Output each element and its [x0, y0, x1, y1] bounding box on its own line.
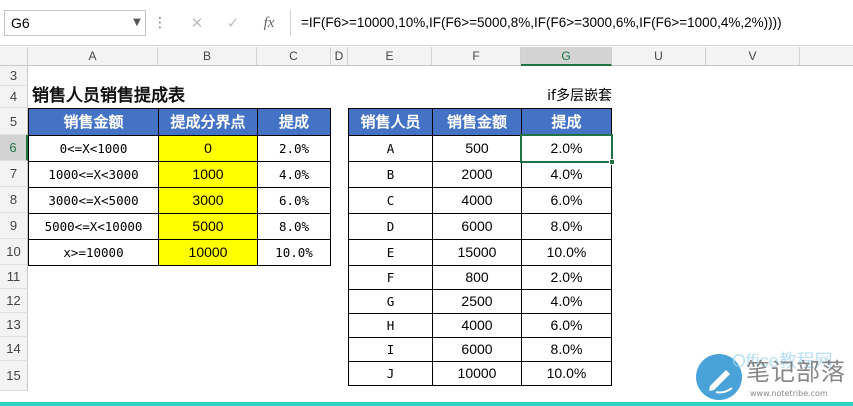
left-cell-range[interactable]: 0<=X<1000 [28, 135, 159, 162]
left-cell-rate[interactable]: 10.0% [257, 239, 331, 266]
cancel-icon[interactable]: ✕ [182, 10, 212, 36]
right-cell-person[interactable]: C [348, 187, 433, 214]
right-cell-amount[interactable]: 4000 [432, 313, 522, 338]
left-cell-rate[interactable]: 4.0% [257, 161, 331, 188]
left-cell-range[interactable]: 1000<=X<3000 [28, 161, 159, 188]
right-cell-amount[interactable]: 2000 [432, 161, 522, 188]
right-cell-person[interactable]: F [348, 265, 433, 290]
row-header-10[interactable]: 10 [0, 239, 28, 265]
column-header-b[interactable]: B [158, 47, 257, 66]
right-header-commission[interactable]: 提成 [521, 108, 612, 136]
right-cell-rate[interactable]: 8.0% [521, 213, 612, 240]
row-header-9[interactable]: 9 [0, 213, 28, 239]
watermark-url: www.notetribe.com [750, 389, 828, 398]
right-cell-amount[interactable]: 6000 [432, 213, 522, 240]
right-cell-amount[interactable]: 500 [432, 135, 522, 162]
right-cell-person[interactable]: A [348, 135, 433, 162]
right-cell-person[interactable]: D [348, 213, 433, 240]
row-header-13[interactable]: 13 [0, 313, 28, 337]
left-cell-threshold[interactable]: 10000 [158, 239, 258, 266]
watermark: Office教程网 笔记部落 www.notetribe.com [688, 350, 853, 402]
right-cell-rate[interactable]: 8.0% [521, 337, 612, 362]
column-header-c[interactable]: C [257, 47, 331, 66]
right-cell-person[interactable]: E [348, 239, 433, 266]
name-box[interactable]: G6 [4, 10, 146, 36]
column-header-u[interactable]: U [612, 47, 706, 66]
enter-icon[interactable]: ✓ [218, 10, 248, 36]
left-cell-threshold[interactable]: 5000 [158, 213, 258, 240]
right-cell-person[interactable]: J [348, 361, 433, 386]
row-header-12[interactable]: 12 [0, 289, 28, 313]
right-cell-rate[interactable]: 6.0% [521, 313, 612, 338]
sheet-title: 销售人员销售提成表 [32, 86, 185, 106]
column-header-f[interactable]: F [432, 47, 521, 66]
left-header-sales-amount[interactable]: 销售金额 [28, 108, 159, 136]
right-cell-amount[interactable]: 800 [432, 265, 522, 290]
row-header-7[interactable]: 7 [0, 161, 28, 187]
left-header-commission[interactable]: 提成 [257, 108, 331, 136]
right-cell-amount[interactable]: 2500 [432, 289, 522, 314]
chevron-down-icon[interactable]: ▼ [128, 10, 146, 36]
sheet-subtitle: if多层嵌套 [547, 88, 612, 104]
watermark-text: 笔记部落 [746, 358, 846, 386]
left-cell-threshold[interactable]: 0 [158, 135, 258, 162]
left-cell-range[interactable]: x>=10000 [28, 239, 159, 266]
row-header-15[interactable]: 15 [0, 361, 28, 391]
left-header-threshold[interactable]: 提成分界点 [158, 108, 258, 136]
right-cell-amount[interactable]: 10000 [432, 361, 522, 386]
right-cell-person[interactable]: G [348, 289, 433, 314]
left-cell-threshold[interactable]: 3000 [158, 187, 258, 214]
more-options-icon[interactable]: ⋮ [152, 10, 168, 36]
left-cell-rate[interactable]: 6.0% [257, 187, 331, 214]
right-cell-amount[interactable]: 15000 [432, 239, 522, 266]
row-header-6[interactable]: 6 [0, 135, 28, 161]
right-cell-rate[interactable]: 10.0% [521, 239, 612, 266]
row-header-4[interactable]: 4 [0, 86, 28, 108]
row-header-8[interactable]: 8 [0, 187, 28, 213]
left-cell-threshold[interactable]: 1000 [158, 161, 258, 188]
right-cell-person[interactable]: B [348, 161, 433, 188]
right-cell-rate[interactable]: 4.0% [521, 289, 612, 314]
right-cell-person[interactable]: H [348, 313, 433, 338]
left-cell-rate[interactable]: 8.0% [257, 213, 331, 240]
column-header-a[interactable]: A [28, 47, 158, 66]
column-header-blank[interactable] [800, 47, 853, 66]
left-cell-rate[interactable]: 2.0% [257, 135, 331, 162]
row-header-14[interactable]: 14 [0, 337, 28, 361]
active-cell-border [520, 134, 613, 163]
column-header-v[interactable]: V [706, 47, 800, 66]
select-all-corner[interactable] [0, 47, 28, 66]
fill-handle[interactable] [609, 159, 615, 165]
row-header-5[interactable]: 5 [0, 108, 28, 135]
column-header-e[interactable]: E [348, 47, 432, 66]
right-cell-amount[interactable]: 6000 [432, 337, 522, 362]
right-cell-rate[interactable]: 4.0% [521, 161, 612, 188]
right-header-salesperson[interactable]: 销售人员 [348, 108, 433, 136]
right-cell-person[interactable]: I [348, 337, 433, 362]
right-cell-rate[interactable]: 10.0% [521, 361, 612, 386]
row-header-3[interactable]: 3 [0, 66, 28, 86]
row-header-11[interactable]: 11 [0, 265, 28, 289]
column-header-d[interactable]: D [331, 47, 348, 66]
right-cell-rate[interactable]: 2.0% [521, 265, 612, 290]
formula-input[interactable]: =IF(F6>=10000,10%,IF(F6>=5000,8%,IF(F6>=… [290, 10, 853, 36]
right-cell-amount[interactable]: 4000 [432, 187, 522, 214]
column-header-g[interactable]: G [521, 47, 612, 66]
left-cell-range[interactable]: 3000<=X<5000 [28, 187, 159, 214]
right-cell-rate[interactable]: 6.0% [521, 187, 612, 214]
left-cell-range[interactable]: 5000<=X<10000 [28, 213, 159, 240]
insert-function-icon[interactable]: fx [254, 10, 284, 36]
bottom-strip [0, 402, 853, 406]
right-header-sales-amount[interactable]: 销售金额 [432, 108, 522, 136]
